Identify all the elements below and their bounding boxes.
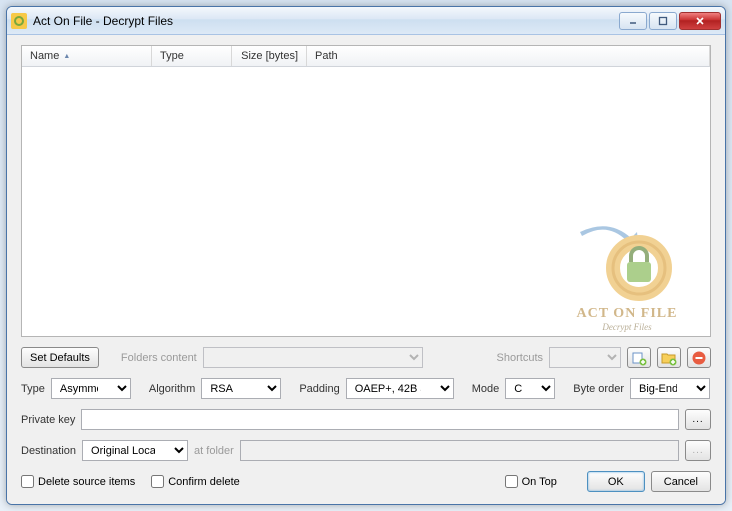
list-header: Name ▲ Type Size [bytes] Path	[22, 46, 710, 67]
destination-folder-input	[240, 440, 679, 461]
mode-select[interactable]: CBC	[505, 378, 555, 399]
destination-row: Destination Original Location at folder …	[21, 440, 711, 461]
private-key-browse-button[interactable]: ...	[685, 409, 711, 430]
column-path-label: Path	[315, 50, 338, 62]
app-icon	[11, 13, 27, 29]
delete-source-check[interactable]	[21, 475, 34, 488]
padding-label: Padding	[299, 383, 339, 395]
column-size[interactable]: Size [bytes]	[232, 46, 307, 66]
algorithm-select[interactable]: RSA	[201, 378, 281, 399]
toolbar-row: Set Defaults Folders content Shortcuts	[21, 347, 711, 368]
add-folder-button[interactable]	[657, 347, 681, 368]
column-type-label: Type	[160, 50, 184, 62]
destination-select[interactable]: Original Location	[82, 440, 188, 461]
window-controls	[619, 12, 721, 30]
footer-row: Delete source items Confirm delete On To…	[21, 471, 711, 492]
set-defaults-button[interactable]: Set Defaults	[21, 347, 99, 368]
on-top-label: On Top	[522, 476, 557, 488]
file-list[interactable]: Name ▲ Type Size [bytes] Path ACT ON FILE…	[21, 45, 711, 337]
column-type[interactable]: Type	[152, 46, 232, 66]
type-select[interactable]: Asymmetric	[51, 378, 131, 399]
private-key-row: Private key ...	[21, 409, 711, 430]
sort-asc-icon: ▲	[63, 53, 70, 60]
cancel-button[interactable]: Cancel	[651, 471, 711, 492]
watermark-title: ACT ON FILE	[577, 306, 678, 322]
delete-source-checkbox[interactable]: Delete source items	[21, 475, 135, 488]
folders-content-select	[203, 347, 423, 368]
maximize-button[interactable]	[649, 12, 677, 30]
private-key-input[interactable]	[81, 409, 679, 430]
window-title: Act On File - Decrypt Files	[33, 14, 619, 28]
remove-button[interactable]	[687, 347, 711, 368]
add-file-button[interactable]	[627, 347, 651, 368]
watermark: ACT ON FILE Decrypt Files	[552, 212, 702, 332]
delete-source-label: Delete source items	[38, 476, 135, 488]
dialog-window: Act On File - Decrypt Files Name ▲ Type S…	[6, 6, 726, 505]
on-top-checkbox[interactable]: On Top	[505, 475, 557, 488]
shortcuts-label: Shortcuts	[497, 352, 543, 364]
confirm-delete-label: Confirm delete	[168, 476, 240, 488]
content-area: Name ▲ Type Size [bytes] Path ACT ON FILE…	[7, 35, 725, 504]
minimize-button[interactable]	[619, 12, 647, 30]
type-label: Type	[21, 383, 45, 395]
shortcuts-select	[549, 347, 621, 368]
column-path[interactable]: Path	[307, 46, 710, 66]
confirm-delete-checkbox[interactable]: Confirm delete	[151, 475, 240, 488]
ok-button[interactable]: OK	[587, 471, 645, 492]
mode-label: Mode	[472, 383, 500, 395]
watermark-sub: Decrypt Files	[602, 322, 651, 332]
byteorder-label: Byte order	[573, 383, 624, 395]
on-top-check[interactable]	[505, 475, 518, 488]
private-key-label: Private key	[21, 414, 75, 426]
destination-label: Destination	[21, 445, 76, 457]
folders-content-label: Folders content	[121, 352, 197, 364]
column-name-label: Name	[30, 50, 59, 62]
titlebar[interactable]: Act On File - Decrypt Files	[7, 7, 725, 35]
params-row: Type Asymmetric Algorithm RSA Padding OA…	[21, 378, 711, 399]
algorithm-label: Algorithm	[149, 383, 195, 395]
padding-select[interactable]: OAEP+, 42B adj	[346, 378, 454, 399]
confirm-delete-check[interactable]	[151, 475, 164, 488]
close-button[interactable]	[679, 12, 721, 30]
column-size-label: Size [bytes]	[241, 50, 298, 62]
column-name[interactable]: Name ▲	[22, 46, 152, 66]
at-folder-label: at folder	[194, 445, 234, 457]
byteorder-select[interactable]: Big-Endian	[630, 378, 710, 399]
destination-browse-button: ...	[685, 440, 711, 461]
